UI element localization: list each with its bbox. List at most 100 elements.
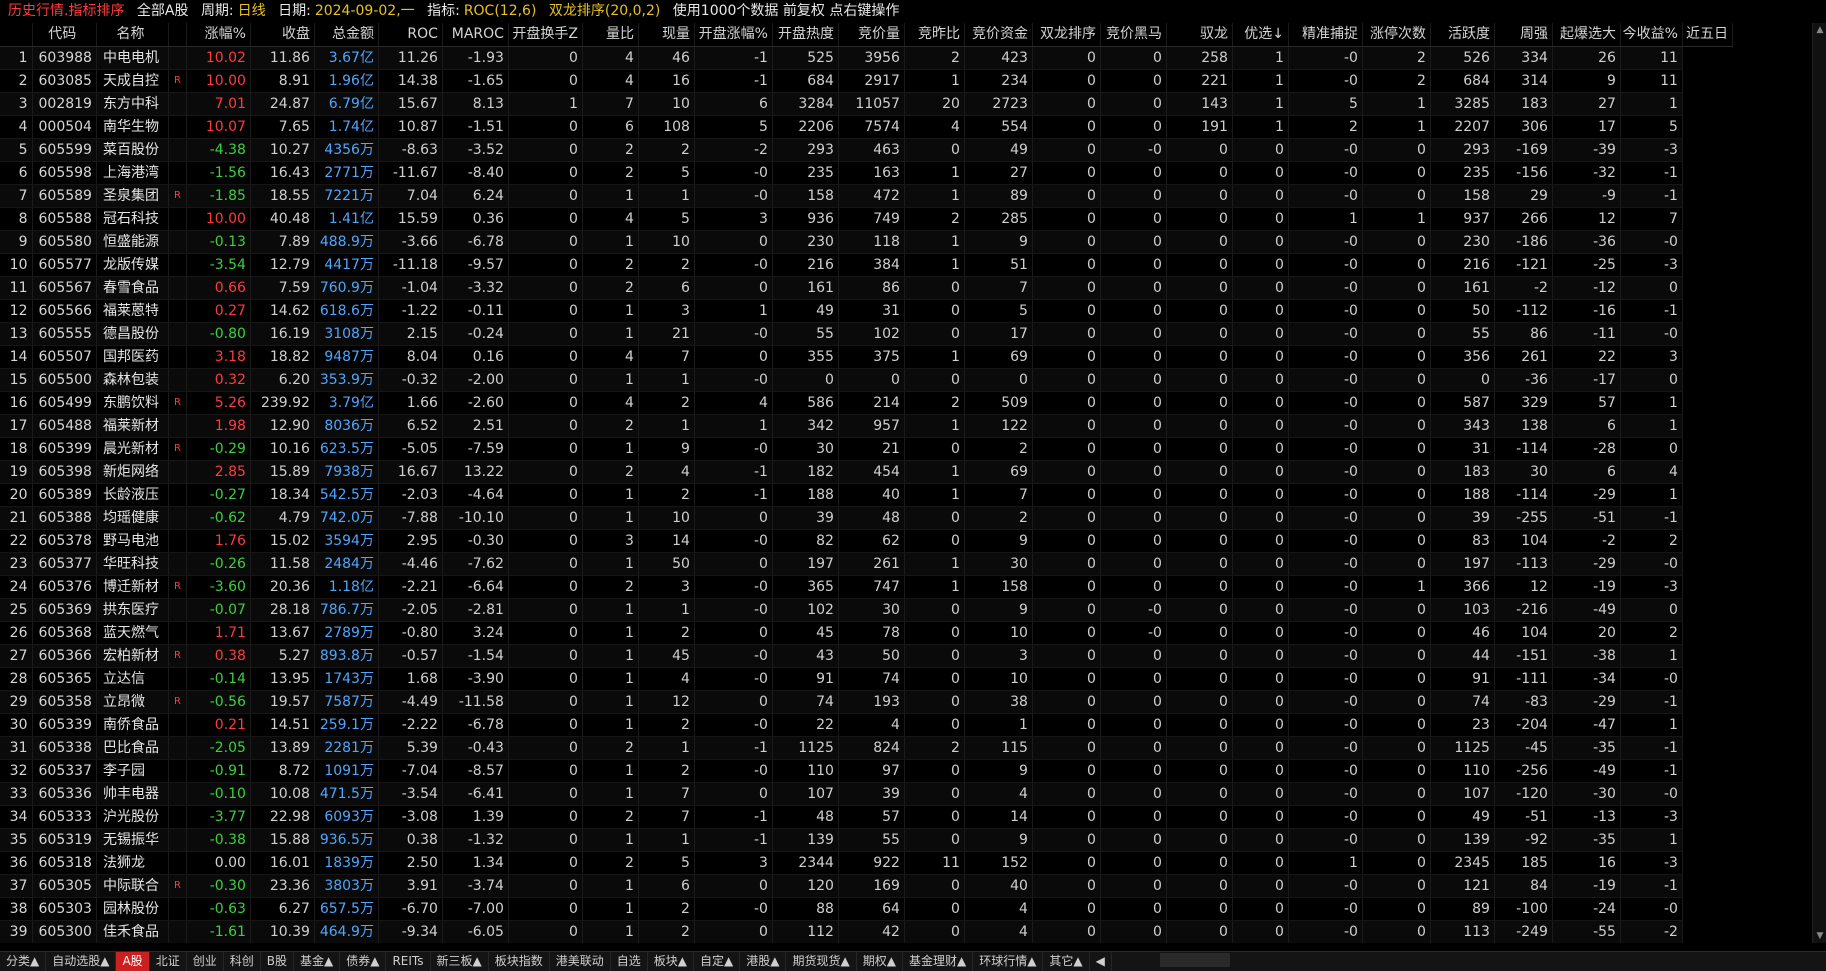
- market-tab[interactable]: 新三板▲: [431, 952, 489, 971]
- column-header[interactable]: 竞价资金: [964, 23, 1033, 47]
- market-tab[interactable]: 港美联动: [550, 952, 611, 971]
- market-tab[interactable]: REITs: [386, 952, 431, 971]
- market-tab[interactable]: 期权▲: [857, 952, 903, 971]
- table-row[interactable]: 32 605337 李子园 -0.91 8.72 1091万 -7.04 -8.57 0 1 2 -0…: [0, 759, 1732, 783]
- table-row[interactable]: 22 605378 野马电池 1.76 15.02 3594万 2.95 -0.30 0 3 14-…: [0, 529, 1732, 553]
- table-row[interactable]: 26 605368 蓝天燃气 1.71 13.67 2789万 -0.80 3.24 0 1 2 0 4…: [0, 621, 1732, 645]
- market-tab[interactable]: 板块▲: [648, 952, 695, 971]
- column-header[interactable]: 今收益%: [1620, 23, 1683, 47]
- market-label[interactable]: 全部A股: [137, 3, 189, 19]
- market-tab[interactable]: 科创: [224, 952, 261, 971]
- stock-name: 野马电池: [96, 529, 169, 553]
- table-row[interactable]: 10 605577 龙版传媒 -3.54 12.79 4417万 -11.18 -9.57 0 2…: [0, 253, 1732, 277]
- table-row[interactable]: 29 605358 立昂微 R -0.56 19.57 7587万 -4.49 -11.58 0 1…: [0, 690, 1732, 714]
- table-row[interactable]: 39 605300 佳禾食品 -1.61 10.39 464.9万 -9.34 -6.05 0 1…: [0, 920, 1732, 943]
- vertical-scrollbar[interactable]: ▲ ▼: [1812, 23, 1826, 943]
- tab-scroll-left-icon[interactable]: ◀: [1090, 952, 1112, 971]
- date-value[interactable]: 2024-09-02,一: [315, 3, 415, 19]
- horizontal-scrollbar[interactable]: [1160, 953, 1230, 967]
- column-header[interactable]: 量比: [582, 23, 639, 47]
- market-tab[interactable]: 期货现货▲: [786, 952, 857, 971]
- column-header[interactable]: 双龙排序: [1032, 23, 1101, 47]
- column-header[interactable]: 代码: [32, 23, 97, 47]
- column-header[interactable]: 优选↓: [1232, 23, 1289, 47]
- table-row[interactable]: 27 605366 宏柏新材 R 0.38 5.27 893.8万 -0.57 -1.54 0 1 4…: [0, 644, 1732, 668]
- market-tab[interactable]: 自选: [611, 952, 648, 971]
- column-header[interactable]: 近五日: [1682, 23, 1733, 47]
- table-row[interactable]: 5 605599 菜百股份 -4.38 10.27 4356万 -8.63 -3.52 0 2 2-…: [0, 138, 1732, 162]
- table-row[interactable]: 30 605339 南侨食品 0.21 14.51 259.1万 -2.22 -6.78 0 1 2…: [0, 713, 1732, 737]
- market-tab[interactable]: 港股▲: [740, 952, 787, 971]
- scroll-up-icon[interactable]: ▲: [1813, 23, 1826, 37]
- market-tab[interactable]: 基金▲: [294, 952, 341, 971]
- table-row[interactable]: 28 605365 立达信 -0.14 13.95 1743万 1.68 -3.90 0 1 4 -0…: [0, 667, 1732, 691]
- market-tab[interactable]: 自定▲: [694, 952, 741, 971]
- table-row[interactable]: 23 605377 华旺科技 -0.26 11.58 2484万 -4.46 -7.62 0 1 5…: [0, 552, 1732, 576]
- column-header[interactable]: 活跃度: [1430, 23, 1495, 47]
- table-row[interactable]: 36 605318 法狮龙 0.00 16.01 1839万 2.50 1.34 0 2 5 3 234…: [0, 851, 1732, 875]
- market-tab[interactable]: 分类▲: [0, 952, 47, 971]
- table-row[interactable]: 25 605369 拱东医疗 -0.07 28.18 786.7万 -2.05 -2.81 0 1…: [0, 598, 1732, 622]
- column-header[interactable]: MAROC: [442, 23, 509, 47]
- column-header[interactable]: 开盘涨幅%: [694, 23, 773, 47]
- table-row[interactable]: 8 605588 冠石科技 10.00 40.48 1.41亿 15.59 0.36 0 4 5 3 9…: [0, 207, 1732, 231]
- table-row[interactable]: 7 605589 圣泉集团 R -1.85 18.55 7221万 7.04 6.24 0 1 1 -0…: [0, 184, 1732, 208]
- column-header[interactable]: 开盘换手Z: [508, 23, 583, 47]
- table-row[interactable]: 13 605555 德昌股份 -0.80 16.19 3108万 2.15 -0.24 0 1 21…: [0, 322, 1732, 346]
- table-row[interactable]: 11 605567 春雪食品 0.66 7.59 760.9万 -1.04 -3.32 0 2 6 0…: [0, 276, 1732, 300]
- column-header[interactable]: 收盘: [250, 23, 315, 47]
- column-header[interactable]: 周强: [1494, 23, 1553, 47]
- column-header[interactable]: [168, 23, 187, 47]
- column-header[interactable]: 现量: [638, 23, 695, 47]
- table-row[interactable]: 21 605388 均瑶健康 -0.62 4.79 742.0万 -7.88 -10.10 0 1…: [0, 506, 1732, 530]
- indicator-value[interactable]: ROC(12,6): [464, 3, 537, 19]
- market-tab[interactable]: 环球行情▲: [973, 952, 1044, 971]
- table-row[interactable]: 16 605499 东鹏饮料 R 5.26 239.92 3.79亿 1.66 -2.60 0 4 2…: [0, 391, 1732, 415]
- table-row[interactable]: 19 605398 新炬网络 2.85 15.89 7938万 16.67 13.22 0 2 4-…: [0, 460, 1732, 484]
- table-row[interactable]: 18 605399 晨光新材 R -0.29 10.16 623.5万 -5.05 -7.59 0…: [0, 437, 1732, 461]
- table-row[interactable]: 2 603085 天成自控 R 10.00 8.91 1.96亿 14.38 -1.65 0 4 16…: [0, 69, 1732, 93]
- period-value[interactable]: 日线: [238, 3, 266, 19]
- scroll-down-icon[interactable]: ▼: [1813, 929, 1826, 943]
- market-tab[interactable]: 债券▲: [340, 952, 387, 971]
- table-row[interactable]: 34 605333 沪光股份 -3.77 22.98 6093万 -3.08 1.39 0 2 7-…: [0, 805, 1732, 829]
- market-tab[interactable]: 板块指数: [489, 952, 550, 971]
- column-header[interactable]: [0, 23, 33, 47]
- table-row[interactable]: 6 605598 上海港湾 -1.56 16.43 2771万 -11.67 -8.40 0 2 5…: [0, 161, 1732, 185]
- table-row[interactable]: 9 605580 恒盛能源 -0.13 7.89 488.9万 -3.66 -6.78 0 1 10…: [0, 230, 1732, 254]
- table-row[interactable]: 37 605305 中际联合 R -0.30 23.36 3803万 3.91 -3.74 0 1 6…: [0, 874, 1732, 898]
- column-header[interactable]: 竞昨比: [904, 23, 965, 47]
- column-header[interactable]: 开盘热度: [772, 23, 839, 47]
- column-header[interactable]: 精准捕捉: [1288, 23, 1363, 47]
- column-header[interactable]: ROC: [378, 23, 443, 47]
- column-header[interactable]: 涨幅%: [186, 23, 251, 47]
- table-row[interactable]: 20 605389 长龄液压 -0.27 18.34 542.5万 -2.03 -4.64 0 1…: [0, 483, 1732, 507]
- table-row[interactable]: 24 605376 博迁新材 R -3.60 20.36 1.18亿 -2.21 -6.64 0 2…: [0, 575, 1732, 599]
- market-tab[interactable]: A股: [116, 952, 150, 971]
- column-header[interactable]: 竞价量: [838, 23, 905, 47]
- column-header[interactable]: 驭龙: [1166, 23, 1233, 47]
- table-row[interactable]: 17 605488 福莱新材 1.98 12.90 8036万 6.52 2.51 0 2 1 1 34…: [0, 414, 1732, 438]
- table-row[interactable]: 1 603988 中电电机 10.02 11.86 3.67亿 11.26 -1.93 0 4 46…: [0, 46, 1732, 70]
- table-row[interactable]: 14 605507 国邦医药 3.18 18.82 9487万 8.04 0.16 0 4 7 0 35…: [0, 345, 1732, 369]
- column-header[interactable]: 起爆选大: [1552, 23, 1621, 47]
- market-tab[interactable]: 自动选股▲: [46, 952, 117, 971]
- table-row[interactable]: 38 605303 园林股份 -0.63 6.27 657.5万 -6.70 -7.00 0 1 2…: [0, 897, 1732, 921]
- column-header[interactable]: 涨停次数: [1362, 23, 1431, 47]
- table-row[interactable]: 35 605319 无锡振华 -0.38 15.88 936.5万 0.38 -1.32 0 1 1…: [0, 828, 1732, 852]
- table-row[interactable]: 12 605566 福莱蒽特 0.27 14.62 618.6万 -1.22 -0.11 0 1 3…: [0, 299, 1732, 323]
- table-row[interactable]: 15 605500 森林包装 0.32 6.20 353.9万 -0.32 -2.00 0 1 1-…: [0, 368, 1732, 392]
- table-row[interactable]: 3 002819 东方中科 7.01 24.87 6.79亿 15.67 8.13 1 7 10 6 3…: [0, 92, 1732, 116]
- market-tab[interactable]: B股: [261, 952, 294, 971]
- column-header[interactable]: 名称: [96, 23, 169, 47]
- table-row[interactable]: 31 605338 巴比食品 -2.05 13.89 2281万 5.39 -0.43 0 2 1-…: [0, 736, 1732, 760]
- market-tab[interactable]: 基金理财▲: [903, 952, 974, 971]
- column-header[interactable]: 总金额: [314, 23, 379, 47]
- market-tab[interactable]: 北证: [150, 952, 187, 971]
- column-header[interactable]: 竞价黑马: [1100, 23, 1167, 47]
- table-row[interactable]: 33 605336 帅丰电器 -0.10 10.08 471.5万 -3.54 -6.41 0 1…: [0, 782, 1732, 806]
- market-tab[interactable]: 创业: [187, 952, 224, 971]
- table-row[interactable]: 4 000504 南华生物 10.07 7.65 1.74亿 10.87 -1.51 0 6 108…: [0, 115, 1732, 139]
- sort-value[interactable]: 双龙排序(20,0,2): [549, 3, 660, 19]
- market-tab[interactable]: 其它▲: [1043, 952, 1090, 971]
